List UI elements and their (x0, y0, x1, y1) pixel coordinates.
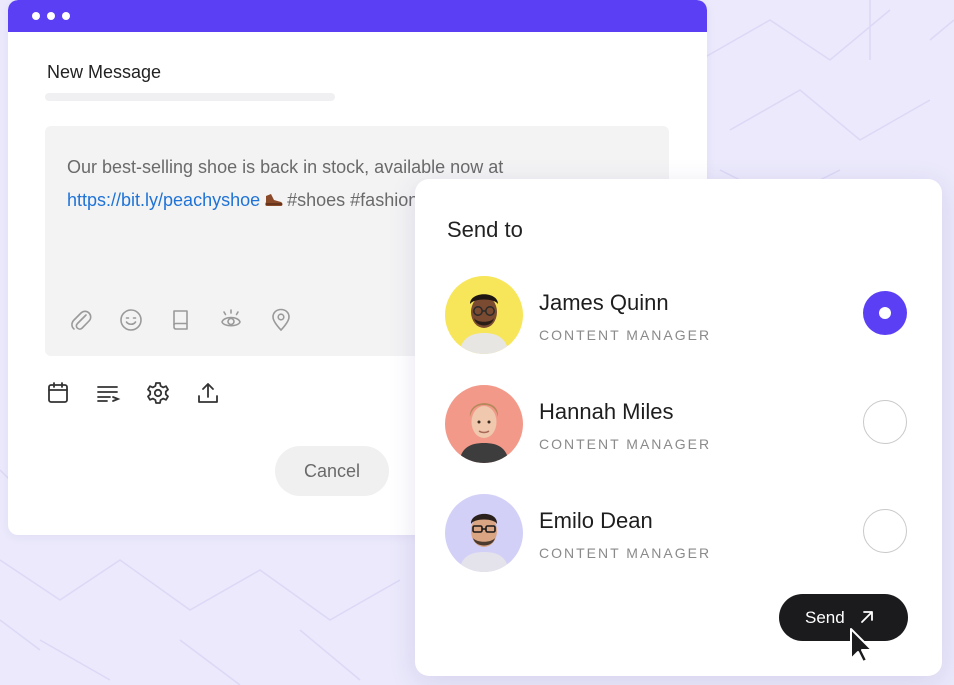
book-icon[interactable] (167, 306, 195, 334)
contact-name: Hannah Miles (539, 399, 674, 424)
window-dot-icon (62, 12, 70, 20)
contact-row[interactable]: Hannah Miles CONTENT MANAGER (415, 385, 942, 465)
title-underline (45, 93, 335, 101)
calendar-icon[interactable] (45, 380, 71, 406)
avatar (445, 385, 523, 463)
contact-radio-selected[interactable] (863, 291, 907, 335)
mouse-cursor-icon (850, 628, 873, 663)
text-wrap-icon[interactable] (95, 380, 121, 406)
contact-name: Emilo Dean (539, 508, 653, 533)
message-text-line-2: https://bit.ly/peachyshoe #shoes #fashion (67, 190, 418, 213)
compose-title: New Message (47, 62, 162, 82)
smile-icon[interactable] (117, 306, 145, 334)
message-text-line: Our best-selling shoe is back in stock, … (67, 157, 504, 177)
arrow-up-right-icon (861, 611, 873, 623)
cancel-button[interactable]: Cancel (275, 446, 389, 496)
contact-radio[interactable] (863, 400, 907, 444)
contact-role: CONTENT MANAGER (539, 436, 712, 452)
window-dot-icon (47, 12, 55, 20)
location-pin-icon[interactable] (267, 306, 295, 334)
send-to-panel: Send to James Quinn CONTENT MANAGER Hann… (415, 179, 942, 676)
avatar (445, 276, 523, 354)
send-button[interactable]: Send (779, 594, 908, 641)
panel-title: Send to (447, 217, 523, 242)
contact-row[interactable]: James Quinn CONTENT MANAGER (415, 276, 942, 356)
send-label: Send (805, 608, 845, 627)
avatar (445, 494, 523, 572)
contact-role: CONTENT MANAGER (539, 545, 712, 561)
gear-icon[interactable] (145, 380, 171, 406)
shoe-emoji-icon (264, 192, 284, 213)
message-tags: #shoes #fashion (287, 190, 419, 210)
window-dot-icon (32, 12, 40, 20)
paperclip-icon[interactable] (67, 306, 95, 334)
contact-role: CONTENT MANAGER (539, 327, 712, 343)
contact-name: James Quinn (539, 290, 669, 315)
sparkle-icon[interactable] (217, 306, 245, 334)
window-titlebar (8, 0, 707, 32)
upload-icon[interactable] (195, 380, 221, 406)
contact-radio[interactable] (863, 509, 907, 553)
contact-row[interactable]: Emilo Dean CONTENT MANAGER (415, 494, 942, 574)
message-link[interactable]: https://bit.ly/peachyshoe (67, 190, 260, 210)
